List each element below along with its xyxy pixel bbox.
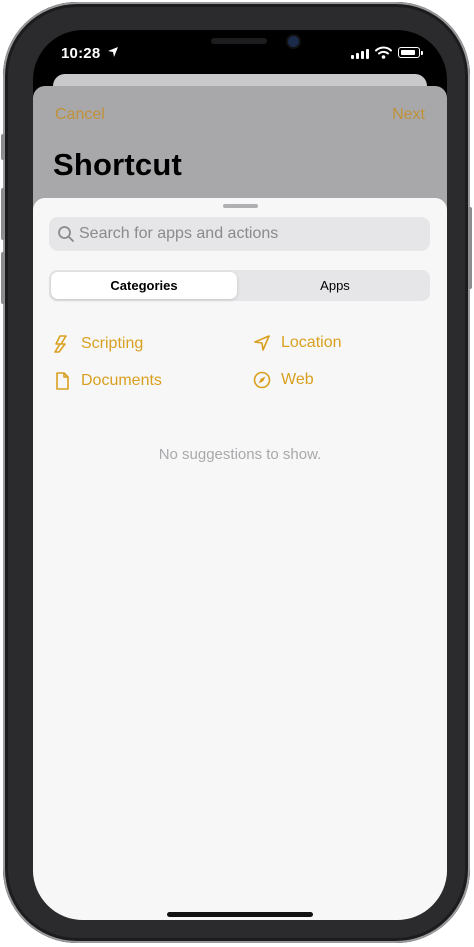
empty-state-message: No suggestions to show. bbox=[158, 446, 322, 463]
notch bbox=[128, 30, 350, 60]
document-icon bbox=[56, 372, 69, 390]
tab-categories[interactable]: Categories bbox=[51, 272, 237, 299]
search-bar[interactable] bbox=[49, 217, 430, 251]
speaker bbox=[211, 38, 267, 44]
category-location[interactable]: Location bbox=[253, 334, 342, 352]
power-button bbox=[468, 207, 472, 289]
actions-sheet: Categories Apps Scripting Location bbox=[33, 198, 447, 920]
home-indicator[interactable] bbox=[167, 912, 313, 917]
search-icon bbox=[58, 226, 74, 242]
category-segmented-control: Categories Apps bbox=[49, 270, 430, 301]
category-label: Scripting bbox=[81, 335, 144, 352]
volume-up-button bbox=[1, 188, 5, 240]
battery-icon bbox=[398, 47, 423, 58]
front-camera bbox=[288, 36, 299, 47]
wifi-icon bbox=[375, 46, 392, 59]
volume-down-button bbox=[1, 252, 5, 304]
location-icon bbox=[254, 335, 270, 351]
search-input[interactable] bbox=[79, 217, 419, 251]
next-button[interactable]: Next bbox=[392, 106, 425, 124]
screen: 10:28 Cancel Next Shortcut Search for ap… bbox=[33, 30, 447, 920]
category-web[interactable]: Web bbox=[253, 371, 314, 389]
category-scripting[interactable]: Scripting bbox=[53, 334, 143, 354]
sheet-grabber[interactable] bbox=[223, 204, 258, 208]
side-button bbox=[1, 134, 5, 160]
category-documents[interactable]: Documents bbox=[53, 371, 162, 391]
status-time: 10:28 bbox=[61, 45, 101, 62]
category-label: Web bbox=[281, 371, 314, 388]
phone-frame: 10:28 Cancel Next Shortcut Search for ap… bbox=[1, 2, 472, 943]
cancel-button[interactable]: Cancel bbox=[55, 106, 105, 124]
location-arrow-icon bbox=[108, 47, 118, 57]
page-title: Shortcut bbox=[53, 147, 183, 182]
cellular-signal-icon bbox=[351, 49, 369, 59]
tab-apps[interactable]: Apps bbox=[242, 272, 428, 299]
compass-icon bbox=[253, 371, 271, 389]
scripting-icon bbox=[54, 335, 67, 353]
category-label: Documents bbox=[81, 372, 162, 389]
category-label: Location bbox=[281, 334, 342, 351]
